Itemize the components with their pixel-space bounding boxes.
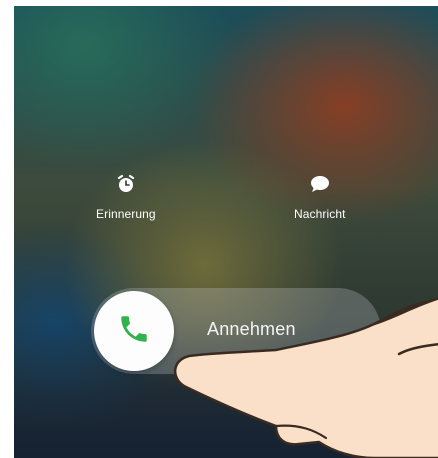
incoming-call-screen: Erinnerung Nachricht Annehmen	[14, 6, 438, 458]
hand-illustration	[174, 297, 438, 458]
